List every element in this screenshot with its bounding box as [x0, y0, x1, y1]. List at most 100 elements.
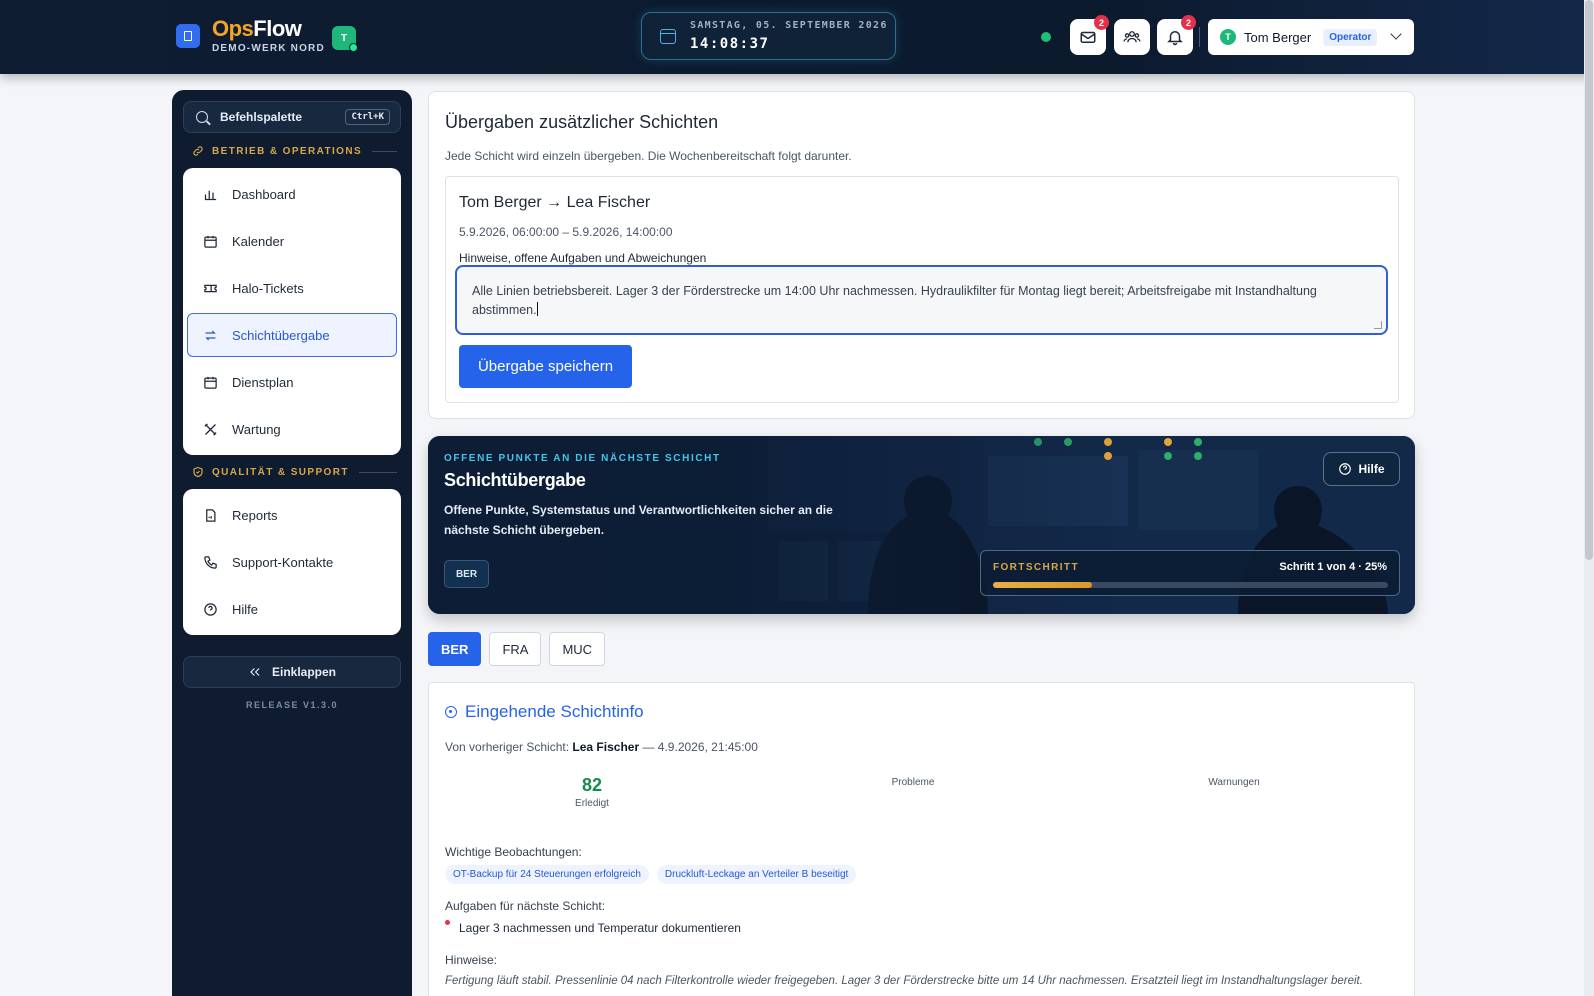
list-item: Lager 3 nachmessen und Temperatur dokume… [445, 920, 741, 935]
save-handover-button[interactable]: Übergabe speichern [459, 345, 632, 388]
tab-fra[interactable]: FRA [489, 632, 542, 666]
current-date: SAMSTAG, 05. SEPTEMBER 2026 [690, 20, 888, 31]
observations-list: OT-Backup für 24 Steuerungen erfolgreich… [445, 865, 864, 884]
link-icon [193, 146, 203, 156]
shortcut-hint: Ctrl+K [345, 109, 390, 125]
notes-label: Hinweise: [445, 953, 498, 967]
observations-label: Wichtige Beobachtungen: [445, 845, 582, 859]
sidebar-item-label: Reports [232, 507, 278, 523]
notifications-button[interactable]: 2 [1157, 15, 1196, 55]
progress-label: FORTSCHRITT [993, 562, 1079, 573]
progress-bar [993, 582, 1388, 588]
brand[interactable]: OpsFlow DEMO-WERK NORD [176, 18, 325, 54]
scrollbar-thumb[interactable] [1585, 0, 1593, 560]
shift-time-range: 5.9.2026, 06:00:00 – 5.9.2026, 14:00:00 [459, 225, 673, 239]
calendar-icon [202, 374, 218, 390]
site-tabs: BER FRA MUC [428, 632, 613, 666]
bar-chart-icon [202, 186, 218, 202]
date-time-display: SAMSTAG, 05. SEPTEMBER 2026 14:08:37 [641, 12, 896, 60]
sidebar-item-label: Dashboard [232, 186, 296, 202]
observation-chip: Druckluft-Leckage an Verteiler B beseiti… [656, 865, 857, 884]
command-palette-button[interactable]: Befehlspalette Ctrl+K [183, 101, 401, 133]
sidebar-item-label: Dienstplan [232, 374, 294, 390]
progress-fill [993, 582, 1092, 588]
bullet-icon [445, 920, 450, 925]
sidebar-item-reports[interactable]: Reports [187, 493, 397, 537]
sidebar-item-hilfe[interactable]: Hilfe [187, 587, 397, 631]
users-icon [1123, 31, 1141, 43]
sidebar: Befehlspalette Ctrl+K BETRIEB & OPERATIO… [172, 90, 412, 996]
stat-label: Warnungen [1208, 777, 1260, 788]
phone-icon [202, 554, 218, 570]
page-subtitle: Jede Schicht wird einzeln übergeben. Die… [445, 149, 852, 163]
task-text: Lager 3 nachmessen und Temperatur dokume… [459, 921, 741, 935]
help-icon [202, 601, 218, 617]
text-caret [536, 302, 538, 316]
sidebar-item-dienstplan[interactable]: Dienstplan [187, 360, 397, 404]
swap-icon [202, 327, 218, 343]
brand-name: OpsFlow [212, 16, 302, 41]
section-header-quality: QUALITÄT & SUPPORT [192, 466, 397, 478]
sidebar-item-label: Kalender [232, 233, 285, 249]
tab-muc[interactable]: MUC [549, 632, 606, 666]
notes-label: Hinweise, offene Aufgaben und Abweichung… [459, 251, 707, 265]
tab-ber[interactable]: BER [428, 632, 482, 666]
sidebar-item-kalender[interactable]: Kalender [187, 219, 397, 263]
sidebar-item-support-kontakte[interactable]: Support-Kontakte [187, 540, 397, 584]
hero-kicker: OFFENE PUNKTE AN DIE NÄCHSTE SCHICHT [444, 453, 721, 464]
sidebar-item-schichtuebergabe[interactable]: Schichtübergabe [187, 313, 397, 357]
stat-value: 82 [581, 775, 603, 795]
observation-chip: OT-Backup für 24 Steuerungen erfolgreich [445, 865, 649, 884]
help-button[interactable]: Hilfe [1323, 452, 1400, 486]
team-button[interactable] [1114, 19, 1150, 55]
sidebar-item-label: Halo-Tickets [232, 280, 304, 296]
stat-warnings: Warnungen [1134, 775, 1334, 788]
resize-handle[interactable] [1374, 321, 1382, 329]
page-scrollbar[interactable] [1584, 0, 1594, 996]
handover-notes-textarea[interactable]: Alle Linien betriebsbereit. Lager 3 der … [455, 265, 1388, 335]
document-icon [202, 507, 218, 523]
sidebar-item-wartung[interactable]: Wartung [187, 407, 397, 451]
stat-label: Probleme [891, 777, 935, 788]
header-divider [1199, 27, 1200, 47]
handover-card: Übergaben zusätzlicher Schichten Jede Sc… [428, 91, 1415, 419]
user-role-badge: Operator [1323, 28, 1378, 46]
current-time: 14:08:37 [690, 36, 770, 52]
tenant-avatar[interactable]: T [332, 26, 358, 52]
building-icon [176, 24, 200, 48]
user-avatar: T [1220, 29, 1236, 45]
chevrons-left-icon [250, 668, 260, 676]
handover-notes-value: Alle Linien betriebsbereit. Lager 3 der … [472, 284, 1317, 317]
messages-badge: 2 [1094, 15, 1109, 30]
progress-panel: FORTSCHRITT Schritt 1 von 4 · 25% [980, 550, 1400, 596]
nav-group-quality: Reports Support-Kontakte Hilfe [183, 489, 401, 635]
shift-handover-hero: OFFENE PUNKTE AN DIE NÄCHSTE SCHICHT Sch… [428, 436, 1415, 614]
chevron-down-icon [1390, 28, 1402, 40]
incoming-shift-card: Eingehende Schichtinfo Von vorheriger Sc… [428, 682, 1415, 996]
hero-description: Offene Punkte, Systemstatus und Verantwo… [444, 503, 833, 537]
stat-label: Erledigt [575, 798, 609, 809]
sidebar-item-halo-tickets[interactable]: Halo-Tickets [187, 266, 397, 310]
messages-button[interactable]: 2 [1070, 15, 1109, 55]
target-icon [445, 706, 457, 718]
shift-title: Tom Berger → Lea Fischer [459, 194, 651, 211]
tools-icon [202, 421, 218, 437]
site-tag: BER [444, 560, 489, 588]
sidebar-item-label: Hilfe [232, 601, 259, 617]
release-version: RELEASE V1.3.0 [245, 700, 339, 710]
progress-step: Schritt 1 von 4 · 25% [1279, 561, 1387, 573]
ticket-icon [202, 280, 218, 296]
incoming-title: Eingehende Schichtinfo [465, 702, 644, 721]
tasks-label: Aufgaben für nächste Schicht: [445, 899, 606, 913]
notifications-badge: 2 [1181, 15, 1196, 30]
section-header-operations: BETRIEB & OPERATIONS [192, 145, 397, 157]
online-status-dot [1041, 32, 1051, 42]
incoming-header[interactable]: Eingehende Schichtinfo [445, 702, 644, 722]
stat-problems: Probleme [813, 775, 1013, 788]
collapse-sidebar-button[interactable]: Einklappen [183, 656, 401, 688]
help-icon [1339, 463, 1352, 475]
sidebar-item-dashboard[interactable]: Dashboard [187, 172, 397, 216]
user-name: Tom Berger [1244, 29, 1312, 45]
sidebar-item-label: Support-Kontakte [232, 554, 334, 570]
user-menu[interactable]: T Tom Berger Operator [1208, 19, 1414, 55]
